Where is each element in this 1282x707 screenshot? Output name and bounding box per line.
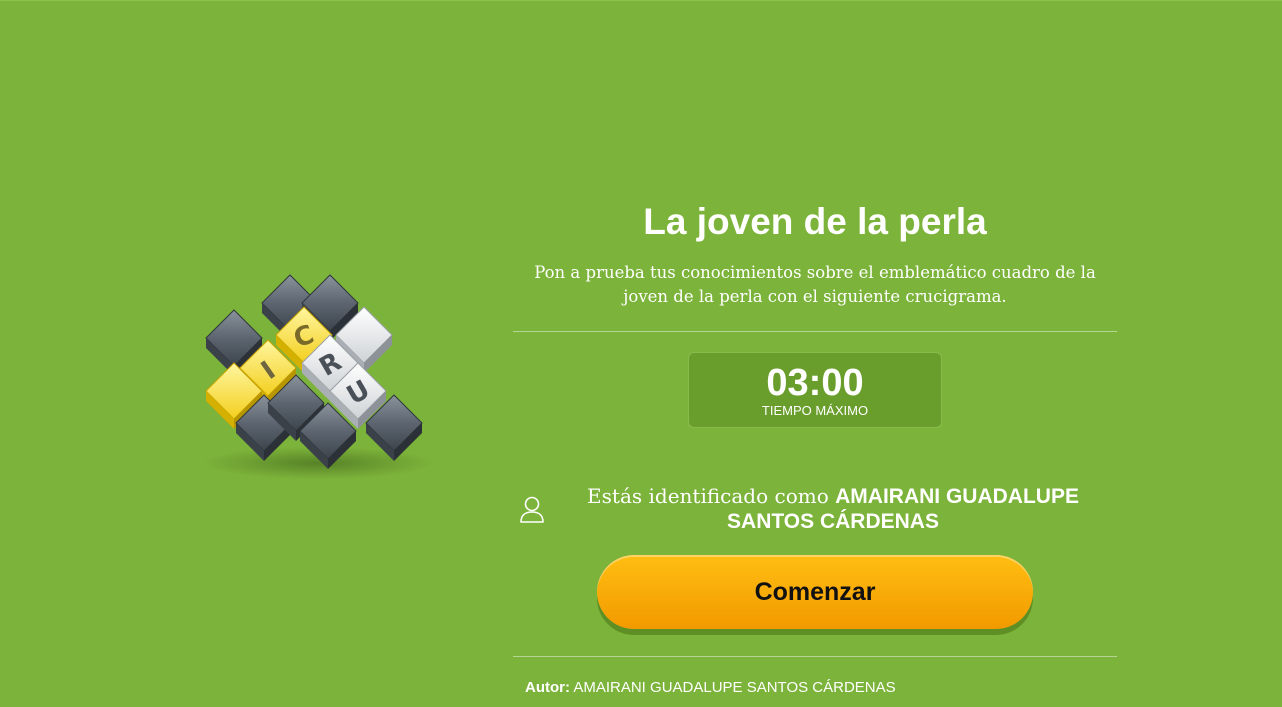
divider bbox=[513, 331, 1117, 332]
identified-as-prefix: Estás identificado como bbox=[587, 484, 829, 508]
crossword-logo-icon: C I R U bbox=[203, 274, 433, 479]
identified-as-text: Estás identificado como AMAIRANI GUADALU… bbox=[563, 484, 1103, 534]
user-icon bbox=[520, 496, 544, 523]
timer-box: 03:00 TIEMPO MÁXIMO bbox=[688, 352, 942, 428]
author-line: Autor: AMAIRANI GUADALUPE SANTOS CÁRDENA… bbox=[525, 679, 1105, 696]
timer-label: TIEMPO MÁXIMO bbox=[761, 403, 869, 418]
quiz-description: Pon a prueba tus conocimientos sobre el … bbox=[534, 263, 1096, 306]
quiz-info-panel: La joven de la perla Pon a prueba tus co… bbox=[513, 1, 1117, 707]
divider bbox=[513, 656, 1117, 657]
author-label: Autor: bbox=[525, 679, 570, 696]
quiz-title: La joven de la perla bbox=[643, 201, 987, 242]
quiz-start-page: C I R U La joven de la perla Pon a prueb… bbox=[0, 0, 1282, 707]
timer-value: 03:00 bbox=[766, 362, 864, 404]
author-name: AMAIRANI GUADALUPE SANTOS CÁRDENAS bbox=[573, 679, 896, 696]
start-button[interactable]: Comenzar bbox=[597, 555, 1033, 629]
